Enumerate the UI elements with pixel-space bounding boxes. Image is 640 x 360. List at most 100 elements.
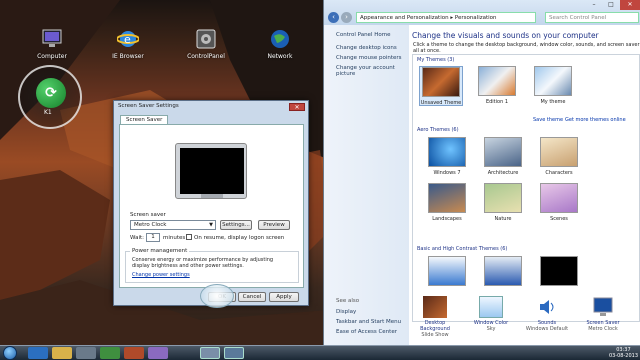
forward-arrow-icon[interactable]: ›: [341, 12, 352, 23]
theme-edition-1[interactable]: Edition 1: [475, 66, 519, 105]
see-also-ease-of-access-link[interactable]: Ease of Access Center: [336, 329, 397, 335]
theme-list[interactable]: My Themes (3) Unsaved Theme Edition 1 My…: [412, 54, 640, 322]
navigation-bar: ‹ › Appearance and Personalization ▸ Per…: [324, 11, 640, 24]
theme-basic-2[interactable]: [481, 256, 525, 289]
desktop-background-setting[interactable]: Desktop Background Slide Show: [412, 296, 458, 338]
theme-label: Architecture: [487, 170, 519, 176]
taskbar-app-icon[interactable]: [148, 347, 168, 359]
globe-icon: [269, 28, 291, 50]
theme-thumbnail: [422, 67, 460, 97]
screen-saver-select[interactable]: Metro Clock ▼: [130, 220, 216, 230]
preview-screen: [180, 148, 244, 194]
save-theme-link[interactable]: Save theme: [533, 117, 563, 123]
desktop-icon-control-panel[interactable]: ControlPanel: [182, 28, 230, 60]
theme-label: My theme: [540, 99, 566, 105]
close-button[interactable]: ✕: [289, 103, 305, 111]
start-button[interactable]: [3, 346, 17, 360]
minimize-button[interactable]: –: [586, 0, 602, 10]
window-titlebar: – □ ✕ ‹ › Appearance and Personalization…: [324, 0, 640, 25]
power-management-text: Conserve energy or maximize performance …: [132, 257, 274, 269]
setting-value: Metro Clock: [588, 326, 618, 332]
theme-my-theme[interactable]: My theme: [531, 66, 575, 105]
preview-button[interactable]: Preview: [258, 220, 290, 230]
maximize-button[interactable]: □: [603, 0, 619, 10]
theme-thumbnail: [534, 66, 572, 96]
bottom-settings-bar: Desktop Background Slide Show Window Col…: [412, 296, 640, 346]
desktop-icon-label: Computer: [37, 53, 67, 60]
close-button[interactable]: ✕: [620, 0, 640, 10]
desktop-background-icon: [423, 296, 447, 318]
chevron-down-icon: ▼: [209, 222, 213, 228]
theme-characters[interactable]: Characters: [537, 137, 581, 176]
desktop-icon-ie-browser[interactable]: e IE Browser: [104, 28, 152, 60]
gadget-label: K1: [44, 109, 52, 116]
taskbar-screen-saver-icon[interactable]: [224, 347, 244, 359]
theme-label: Characters: [545, 170, 573, 176]
change-mouse-pointers-link[interactable]: Change mouse pointers: [336, 55, 402, 61]
change-account-picture-link[interactable]: Change your account picture: [336, 65, 409, 77]
see-also-display-link[interactable]: Display: [336, 309, 356, 315]
desktop-icon-label: IE Browser: [112, 53, 144, 60]
taskbar-control-panel-icon[interactable]: [200, 347, 220, 359]
sounds-setting[interactable]: Sounds Windows Default: [524, 296, 570, 332]
wait-minutes-input[interactable]: 1: [146, 233, 160, 242]
desktop-icon-label: Network: [267, 53, 293, 60]
theme-unsaved[interactable]: Unsaved Theme: [419, 66, 463, 106]
back-arrow-icon[interactable]: ‹: [328, 12, 339, 23]
screen-saver-label: Screen saver: [130, 212, 166, 218]
theme-landscapes[interactable]: Landscapes: [425, 183, 469, 222]
cancel-button[interactable]: Cancel: [238, 292, 266, 302]
theme-thumbnail: [540, 183, 578, 213]
clock-gadget[interactable]: ⟳ K1: [18, 65, 82, 129]
power-management-group: Power management Conserve energy or maxi…: [125, 248, 299, 283]
theme-windows-7[interactable]: Windows 7: [425, 137, 469, 176]
theme-basic-3[interactable]: [537, 256, 581, 289]
settings-button[interactable]: Settings...: [220, 220, 252, 230]
personalization-window: – □ ✕ ‹ › Appearance and Personalization…: [323, 0, 640, 346]
search-input[interactable]: Search Control Panel: [545, 12, 639, 23]
setting-value: Slide Show: [421, 332, 449, 338]
desktop-icon-network[interactable]: Network: [256, 28, 304, 60]
taskbar-app-icon[interactable]: [100, 347, 120, 359]
taskbar: 03:37 03-08-2013: [0, 345, 640, 360]
taskbar-app-icon[interactable]: [124, 347, 144, 359]
theme-scenes[interactable]: Scenes: [537, 183, 581, 222]
screen-saver-setting[interactable]: Screen Saver Metro Clock: [580, 296, 626, 332]
get-more-themes-link[interactable]: Get more themes online: [565, 117, 626, 123]
monitor-stand: [201, 194, 223, 198]
see-also-title: See also: [336, 298, 360, 304]
window-color-setting[interactable]: Window Color Sky: [468, 296, 514, 332]
taskbar-explorer-icon[interactable]: [52, 347, 72, 359]
taskbar-ie-icon[interactable]: [28, 347, 48, 359]
control-panel-home-link[interactable]: Control Panel Home: [336, 32, 390, 38]
theme-thumbnail: [540, 256, 578, 286]
group-my-themes: My Themes (3): [417, 57, 455, 63]
screen-saver-icon: [591, 296, 615, 318]
tab-screen-saver[interactable]: Screen Saver: [120, 115, 169, 124]
wait-label: Wait:: [130, 235, 144, 241]
change-power-settings-link[interactable]: Change power settings: [132, 272, 190, 278]
left-task-pane: Control Panel Home Change desktop icons …: [324, 25, 409, 346]
theme-label: Scenes: [550, 216, 568, 222]
taskbar-app-icon[interactable]: [76, 347, 96, 359]
address-bar[interactable]: Appearance and Personalization ▸ Persona…: [356, 12, 536, 23]
apply-button[interactable]: Apply: [269, 292, 299, 302]
theme-label: Nature: [494, 216, 512, 222]
change-desktop-icons-link[interactable]: Change desktop icons: [336, 45, 397, 51]
theme-label: Unsaved Theme: [420, 100, 462, 106]
see-also-taskbar-link[interactable]: Taskbar and Start Menu: [336, 319, 401, 325]
dialog-title: Screen Saver Settings: [118, 103, 179, 109]
theme-basic-1[interactable]: [425, 256, 469, 289]
theme-thumbnail: [540, 137, 578, 167]
resume-logon-checkbox[interactable]: [186, 234, 192, 240]
theme-nature[interactable]: Nature: [481, 183, 525, 222]
theme-thumbnail: [428, 256, 466, 286]
minutes-label: minutes: [163, 235, 186, 241]
desktop-icon-computer[interactable]: Computer: [28, 28, 76, 60]
theme-architecture[interactable]: Architecture: [481, 137, 525, 176]
theme-label: Windows 7: [433, 170, 461, 176]
system-clock[interactable]: 03:37 03-08-2013: [609, 347, 638, 359]
refresh-icon: ⟳: [36, 78, 66, 108]
window-color-icon: [479, 296, 503, 318]
theme-thumbnail: [484, 183, 522, 213]
